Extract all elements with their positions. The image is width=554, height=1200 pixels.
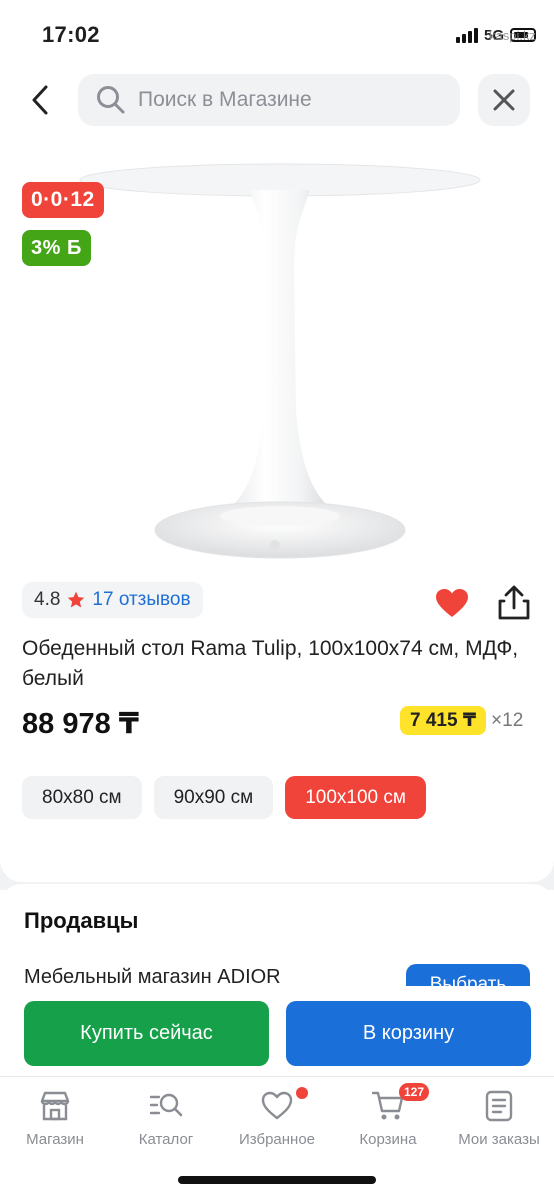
cart-count-badge: 127 xyxy=(399,1083,430,1101)
installment-badge: 0·0·12 xyxy=(22,182,104,218)
heart-outline-icon xyxy=(261,1091,293,1120)
status-bar: 17:02 5G kaspi.kz xyxy=(0,0,554,66)
watermark: kaspi.kz xyxy=(489,28,536,43)
back-button[interactable] xyxy=(20,80,60,120)
tab-cart-label: Корзина xyxy=(359,1131,417,1148)
tab-catalog-label: Каталог xyxy=(138,1131,194,1148)
shop-icon xyxy=(40,1091,70,1121)
action-bar: Купить сейчас В корзину xyxy=(0,986,554,1078)
monthly-payment-amount: 7 415 ₸ xyxy=(400,706,487,735)
buy-now-button[interactable]: Купить сейчас xyxy=(24,1001,269,1066)
tab-orders[interactable]: Мои заказы xyxy=(444,1089,554,1148)
search-header xyxy=(0,72,554,128)
product-price: 88 978 ₸ xyxy=(22,708,139,740)
tab-cart[interactable]: 127 Корзина xyxy=(333,1083,443,1148)
favorites-indicator-dot xyxy=(296,1087,308,1099)
rating-value: 4.8 xyxy=(34,589,61,610)
monthly-payment-multiplier: ×12 xyxy=(491,709,524,731)
orders-icon xyxy=(485,1090,513,1122)
sellers-title: Продавцы xyxy=(24,908,139,933)
tab-catalog[interactable]: Каталог xyxy=(111,1089,221,1148)
catalog-search-icon xyxy=(149,1093,183,1117)
heart-icon[interactable] xyxy=(434,586,470,620)
tab-favorites-label: Избранное xyxy=(238,1131,316,1148)
size-option-90x90[interactable]: 90x90 см xyxy=(153,776,274,819)
star-icon xyxy=(68,591,85,608)
tab-cart-icon-wrap: 127 xyxy=(371,1083,430,1123)
search-input[interactable] xyxy=(138,88,438,112)
home-indicator xyxy=(178,1176,376,1184)
reviews-link[interactable]: 17 отзывов xyxy=(92,589,190,611)
share-icon[interactable] xyxy=(496,584,532,622)
tab-shop-label: Магазин xyxy=(26,1131,84,1148)
tab-favorites-icon-wrap xyxy=(260,1087,308,1123)
size-options: 80x80 см 90x90 см 100x100 см xyxy=(22,776,426,819)
search-bar[interactable] xyxy=(78,74,460,126)
size-option-100x100[interactable]: 100x100 см xyxy=(285,776,426,819)
product-image[interactable] xyxy=(60,150,500,570)
size-option-80x80[interactable]: 80x80 см xyxy=(22,776,142,819)
tab-favorites[interactable]: Избранное xyxy=(222,1087,332,1148)
bonus-badge: 3% Б xyxy=(22,230,91,266)
chevron-left-icon xyxy=(32,85,48,115)
add-to-cart-button[interactable]: В корзину xyxy=(286,1001,531,1066)
rating-chip[interactable]: 4.8 17 отзывов xyxy=(22,582,203,618)
status-time: 17:02 xyxy=(42,22,100,47)
signal-icon xyxy=(455,27,478,43)
product-title: Обеденный стол Rama Tulip, 100x100x74 см… xyxy=(22,637,519,690)
monthly-payment[interactable]: 7 415 ₸ ×12 xyxy=(400,706,523,735)
tab-orders-label: Мои заказы xyxy=(458,1131,540,1148)
close-icon xyxy=(493,89,515,111)
close-button[interactable] xyxy=(478,74,530,126)
tab-shop[interactable]: Магазин xyxy=(0,1089,110,1148)
search-icon xyxy=(97,86,125,114)
